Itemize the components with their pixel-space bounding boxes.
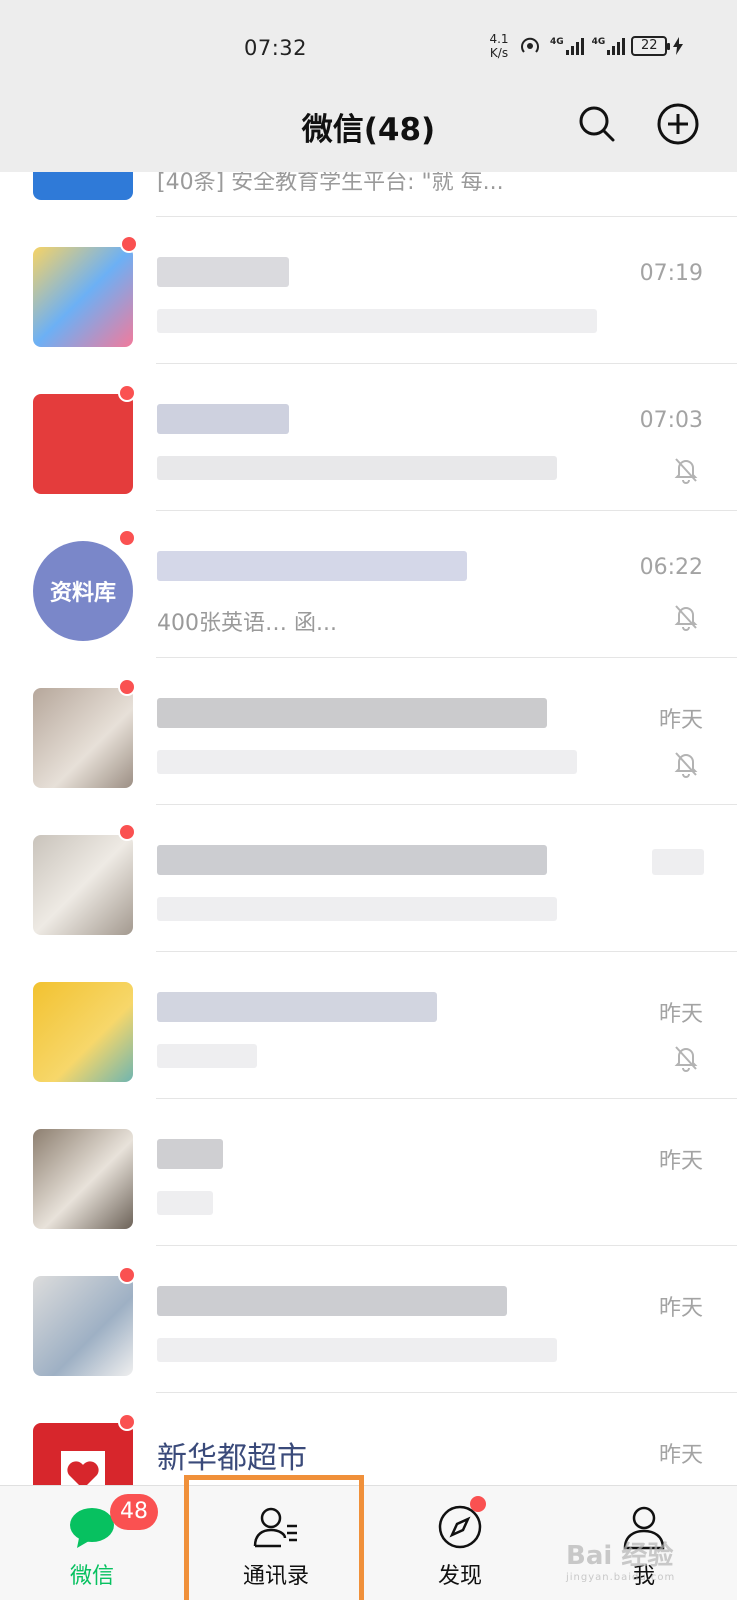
avatar [33,688,133,788]
unread-dot [118,823,136,841]
page-title: 微信(48) [301,112,436,148]
tab-discover[interactable]: 发现 [368,1486,552,1600]
chat-time: 07:03 [639,408,703,433]
chat-preview: [40条] 安全教育学生平台: "就 每... [157,172,504,195]
add-button[interactable] [654,100,702,148]
highlight-box [184,1475,364,1600]
chat-time: 昨天 [658,1296,703,1321]
plus-circle-icon [657,103,699,145]
avatar [33,1423,133,1485]
chat-item[interactable]: [40条] 安全教育学生平台: "就 每... [0,172,737,217]
network-speed: 4.1 K/s [489,32,509,60]
mute-bell-icon [674,458,698,484]
status-icons: 4.1 K/s 4G 4G 22 [486,32,684,60]
avatar [33,247,133,347]
unread-badge: 48 [110,1494,158,1530]
chat-item[interactable]: 昨天 [0,1246,737,1393]
chat-time: 昨天 [658,1149,703,1174]
chat-time: 06:22 [639,555,703,580]
chat-item[interactable]: 昨天 [0,952,737,1099]
signal-strength-icon: 4G [550,37,584,55]
blurred-name [157,1139,223,1169]
avatar [33,1276,133,1376]
blurred-message [157,750,577,774]
chat-time: 昨天 [658,708,703,733]
notification-dot [470,1496,486,1512]
chat-name: 新华都超市 [157,1441,307,1476]
unread-dot [118,678,136,696]
blurred-name [157,992,437,1022]
tab-label: 微信 [69,1564,114,1589]
search-icon [579,106,615,142]
tab-chats[interactable]: 48 微信 [0,1486,184,1600]
avatar: 资料库 [33,541,133,641]
status-bar: 07:32 4.1 K/s 4G 4G 22 [0,0,737,92]
chat-item[interactable]: 昨天 [0,658,737,805]
hotspot-icon [521,37,539,53]
watermark: Bai 经验 jingyan.baidu.com [566,1541,676,1583]
blurred-message [157,897,557,921]
blurred-name [157,845,547,875]
chat-item[interactable]: 新华都超市 昨天 [0,1393,737,1485]
avatar [33,835,133,935]
tab-label: 发现 [437,1564,482,1589]
blurred-name [157,404,289,434]
unread-dot [120,235,138,253]
chat-item[interactable]: 资料库 400张英语… 函... 06:22 [0,511,737,658]
heart-logo-icon [61,1451,105,1485]
avatar [33,172,133,200]
chat-item[interactable] [0,805,737,952]
chat-time: 昨天 [658,1443,703,1468]
blurred-message [157,1044,257,1068]
unread-dot [118,529,136,547]
chat-item[interactable]: 07:03 [0,364,737,511]
status-time: 07:32 [244,36,308,60]
avatar [33,394,133,494]
chat-item[interactable]: 07:19 [0,217,737,364]
unread-dot [118,1266,136,1284]
blurred-message [157,1338,557,1362]
charging-icon [673,37,684,55]
blurred-name [157,1286,507,1316]
chat-time: 昨天 [658,1002,703,1027]
blurred-name [157,698,547,728]
blurred-time [652,849,704,875]
chat-preview: 400张英语… 函... [157,611,337,636]
unread-dot [118,384,136,402]
unread-dot [118,1413,136,1431]
chat-list[interactable]: [40条] 安全教育学生平台: "就 每... 07:19 07:03 资料库 … [0,172,737,1485]
chat-item[interactable]: 昨天 [0,1099,737,1246]
mute-bell-icon [674,1046,698,1072]
mute-bell-icon [674,752,698,778]
avatar [33,982,133,1082]
signal-strength-icon: 4G [592,37,626,55]
mute-bell-icon [674,605,698,631]
blurred-message [157,1191,213,1215]
blurred-name [157,551,467,581]
blurred-message [157,309,597,333]
blurred-name [157,257,289,287]
avatar [33,1129,133,1229]
blurred-message [157,456,557,480]
app-header: 微信(48) [0,92,737,172]
chat-time: 07:19 [639,261,703,286]
search-button[interactable] [573,100,621,148]
battery-icon: 22 [631,36,671,56]
